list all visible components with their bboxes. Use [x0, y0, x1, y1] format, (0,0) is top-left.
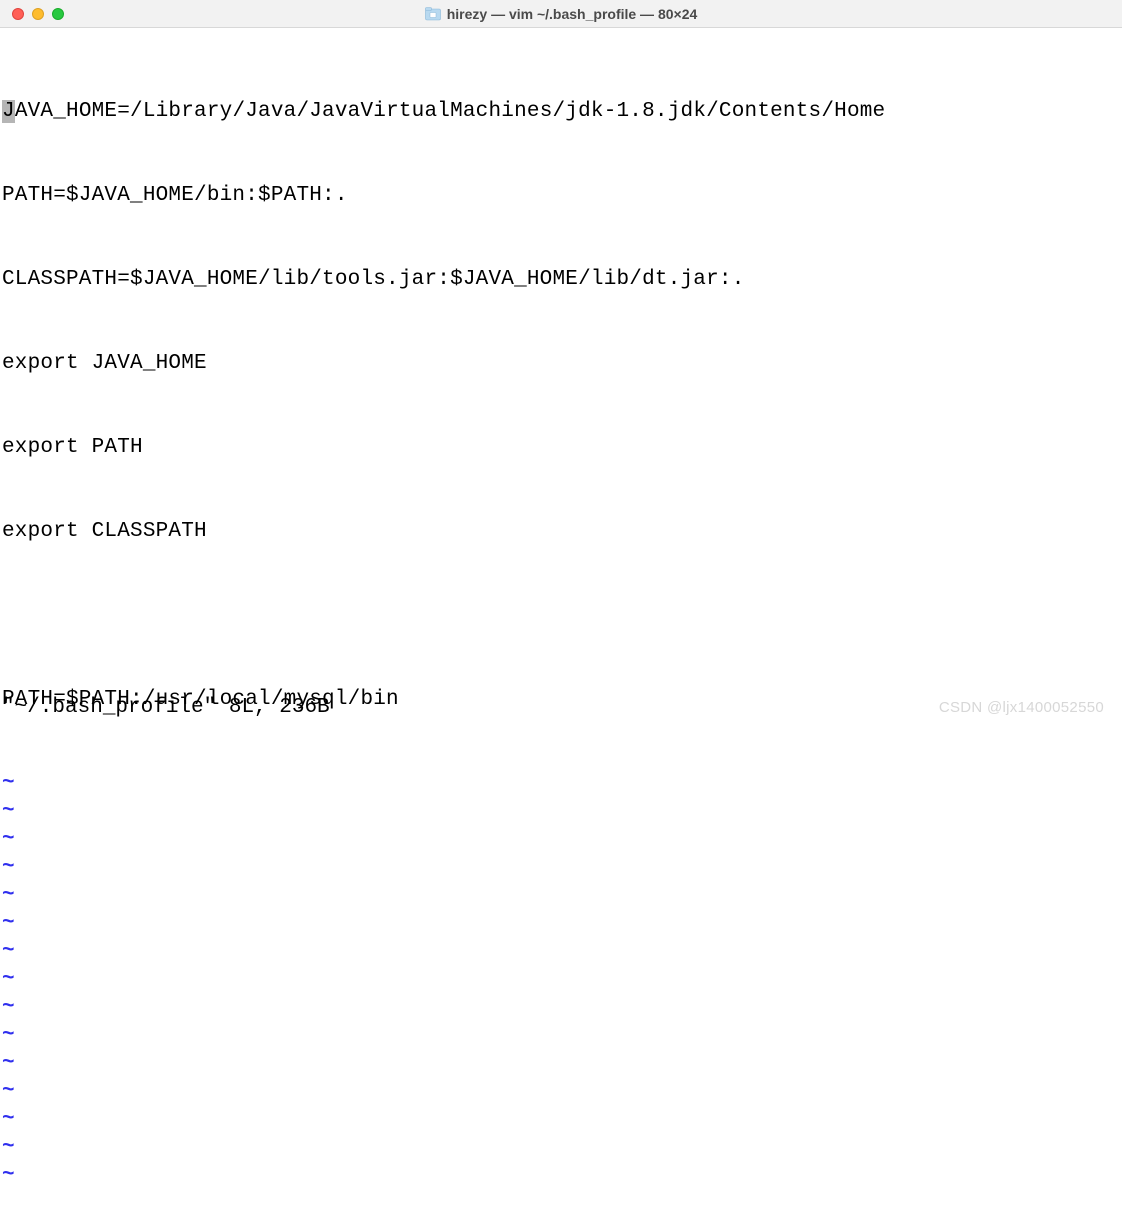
folder-icon — [425, 7, 441, 21]
empty-line-tilde: ~ — [2, 798, 1120, 826]
vim-status-line: "~/.bash_profile" 8L, 236B — [2, 694, 330, 722]
line-text: export PATH — [2, 436, 143, 459]
window-titlebar: hirezy — vim ~/.bash_profile — 80×24 — [0, 0, 1122, 28]
terminal-content[interactable]: JAVA_HOME=/Library/Java/JavaVirtualMachi… — [0, 28, 1122, 1218]
line-text: AVA_HOME=/Library/Java/JavaVirtualMachin… — [15, 100, 886, 123]
maximize-button[interactable] — [52, 8, 64, 20]
watermark: CSDN @ljx1400052550 — [939, 699, 1104, 716]
file-line — [2, 602, 1120, 630]
file-line: JAVA_HOME=/Library/Java/JavaVirtualMachi… — [2, 98, 1120, 126]
line-text: export JAVA_HOME — [2, 352, 207, 375]
cursor: J — [2, 100, 15, 123]
empty-line-tilde: ~ — [2, 770, 1120, 798]
file-line: PATH=$JAVA_HOME/bin:$PATH:. — [2, 182, 1120, 210]
file-line: export CLASSPATH — [2, 518, 1120, 546]
empty-line-tilde: ~ — [2, 1134, 1120, 1162]
empty-line-tilde: ~ — [2, 1050, 1120, 1078]
empty-line-tilde: ~ — [2, 1022, 1120, 1050]
empty-line-tilde: ~ — [2, 826, 1120, 854]
file-line: export PATH — [2, 434, 1120, 462]
traffic-lights — [12, 8, 64, 20]
empty-line-tilde: ~ — [2, 994, 1120, 1022]
line-text: export CLASSPATH — [2, 520, 207, 543]
empty-line-tilde: ~ — [2, 1106, 1120, 1134]
window-title: hirezy — vim ~/.bash_profile — 80×24 — [447, 6, 698, 22]
empty-line-tilde: ~ — [2, 966, 1120, 994]
line-text: CLASSPATH=$JAVA_HOME/lib/tools.jar:$JAVA… — [2, 268, 745, 291]
minimize-button[interactable] — [32, 8, 44, 20]
empty-line-tilde: ~ — [2, 910, 1120, 938]
window-title-wrap: hirezy — vim ~/.bash_profile — 80×24 — [0, 6, 1122, 22]
empty-line-tilde: ~ — [2, 854, 1120, 882]
empty-line-tilde: ~ — [2, 882, 1120, 910]
line-text: PATH=$JAVA_HOME/bin:$PATH:. — [2, 184, 348, 207]
empty-line-tilde: ~ — [2, 1162, 1120, 1190]
file-line: export JAVA_HOME — [2, 350, 1120, 378]
close-button[interactable] — [12, 8, 24, 20]
empty-line-tilde: ~ — [2, 1078, 1120, 1106]
empty-line-tilde: ~ — [2, 938, 1120, 966]
file-line: CLASSPATH=$JAVA_HOME/lib/tools.jar:$JAVA… — [2, 266, 1120, 294]
